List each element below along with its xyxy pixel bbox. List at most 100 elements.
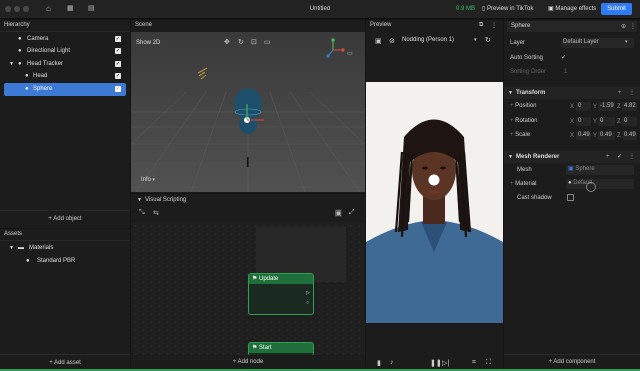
- scale-y-input[interactable]: 0.49: [598, 131, 615, 140]
- mesh-renderer-section-header[interactable]: ▼ Mesh Renderer + ✓ ⋮: [504, 151, 640, 163]
- script-icon[interactable]: ⇆: [153, 209, 159, 217]
- scale-row: + Scale: [510, 132, 530, 138]
- scale-z-input[interactable]: 0.49: [622, 131, 637, 140]
- exec-output-port[interactable]: ▷: [306, 290, 310, 296]
- visibility-checkbox[interactable]: ✓: [115, 86, 121, 92]
- visual-scripting-canvas[interactable]: ⚑ Update ▷ ○ ⚑ Start: [131, 222, 365, 356]
- enabled-check-icon[interactable]: ✓: [617, 151, 622, 163]
- asset-item-label: Standard PBR: [37, 258, 76, 264]
- step-forward-icon[interactable]: ▷|: [442, 359, 449, 367]
- visibility-checkbox[interactable]: ✓: [115, 61, 121, 67]
- lock-icon[interactable]: ⊕: [621, 23, 626, 30]
- more-icon[interactable]: ⋮: [629, 151, 635, 163]
- divider: [0, 210, 130, 211]
- storage-indicator: 0.9 MB: [456, 6, 476, 12]
- preview-person-image: [366, 119, 503, 323]
- chevron-down-icon: ▾: [625, 39, 628, 45]
- cast-shadow-checkbox[interactable]: [567, 194, 574, 201]
- visibility-checkbox[interactable]: ✓: [115, 48, 121, 54]
- rotate-tool-icon[interactable]: ↻: [238, 38, 244, 46]
- rotation-x-input[interactable]: 0: [576, 117, 591, 126]
- submit-button[interactable]: Submit: [601, 3, 632, 15]
- record-icon[interactable]: ▮: [377, 359, 381, 367]
- position-z-input[interactable]: 4.82: [622, 102, 637, 111]
- object-name-field[interactable]: Sphere ⊕ ⋮: [507, 21, 637, 32]
- play-mode-icon[interactable]: ⊘: [389, 37, 395, 45]
- rect-tool-icon[interactable]: ▭: [264, 38, 271, 46]
- chevron-down-icon[interactable]: ▼: [9, 242, 14, 255]
- visibility-checkbox[interactable]: ✓: [115, 73, 121, 79]
- scale-tool-icon[interactable]: ⊡: [251, 38, 257, 46]
- start-node[interactable]: ⚑ Start: [248, 342, 314, 356]
- asset-item-standard-pbr[interactable]: ● Standard PBR: [0, 255, 126, 268]
- data-output-port[interactable]: ○: [306, 300, 309, 306]
- chevron-down-icon: ▾: [151, 177, 155, 183]
- external-link-icon[interactable]: ⧉: [479, 22, 483, 29]
- start-node-header: ⚑ Start: [249, 343, 313, 353]
- pause-icon[interactable]: ❚❚: [430, 359, 442, 367]
- hierarchy-item-sphere[interactable]: ● Sphere ✓: [4, 83, 126, 96]
- info-toggle[interactable]: Info ▾: [141, 177, 155, 183]
- add-icon[interactable]: +: [618, 87, 622, 99]
- sorting-order-value[interactable]: 1: [564, 69, 567, 75]
- scale-x-input[interactable]: 0.49: [576, 131, 591, 140]
- axis-x-label: X: [570, 104, 575, 110]
- axis-x-label: X: [570, 133, 575, 139]
- cast-shadow-label: Cast shadow: [517, 195, 552, 201]
- add-object-button[interactable]: + Add object: [0, 216, 130, 222]
- rotation-y-input[interactable]: 0: [598, 117, 615, 126]
- add-component-button[interactable]: + Add component: [504, 359, 640, 365]
- camera-switch-icon[interactable]: ▣: [375, 37, 382, 45]
- auto-sorting-checkbox[interactable]: ✓: [561, 54, 566, 61]
- update-node[interactable]: ⚑ Update ▷ ○: [248, 273, 314, 315]
- position-x-input[interactable]: 0: [576, 102, 591, 111]
- hierarchy-item-label: Sphere: [33, 86, 53, 92]
- scene-viewport[interactable]: Show 2D ✥ ↻ ⊡ ▭ ▭ Info ▾: [131, 32, 365, 192]
- more-icon[interactable]: ⋮: [629, 87, 635, 99]
- more-icon[interactable]: ⋮: [491, 22, 497, 29]
- title-bar: ⌂ ▦ ▤ Untitled 0.9 MB ▯ Preview in TikTo…: [0, 0, 640, 19]
- hierarchy-item-directional-light[interactable]: ● Directional Light ✓: [0, 45, 126, 58]
- rotation-z-input[interactable]: 0: [622, 117, 637, 126]
- expand-icon[interactable]: ⤢: [349, 209, 355, 217]
- material-select[interactable]: ● Default: [566, 179, 634, 189]
- add-icon[interactable]: +: [606, 151, 610, 163]
- scale-label: Scale: [515, 132, 531, 138]
- show-2d-toggle[interactable]: Show 2D: [136, 40, 160, 46]
- grid-view-icon[interactable]: ▣: [335, 209, 342, 217]
- position-y-input[interactable]: -1.59: [598, 102, 615, 111]
- add-node-button[interactable]: + Add node: [131, 359, 365, 365]
- tiktok-icon[interactable]: ♪: [390, 359, 394, 366]
- preview-in-tiktok-button[interactable]: ▯ Preview in TikTok: [482, 5, 533, 12]
- transform-section-header[interactable]: ▼ Transform + ⋮: [504, 87, 640, 99]
- assets-title: Assets: [4, 231, 23, 237]
- orientation-gizmo[interactable]: [326, 38, 345, 58]
- inspector-panel: Sphere ⊕ ⋮ Layer Default Layer ▾ Auto So…: [504, 20, 640, 371]
- visibility-checkbox[interactable]: ✓: [115, 36, 121, 42]
- effect-select[interactable]: Nodding (Person 1) ▾: [400, 35, 482, 45]
- collapse-arrows-icon[interactable]: ⤡: [139, 209, 145, 217]
- material-row: + Material: [510, 181, 537, 187]
- add-asset-button[interactable]: + Add asset: [0, 360, 130, 366]
- axis-y-label: Y: [593, 133, 598, 139]
- preview-camera-feed[interactable]: [366, 82, 503, 323]
- camera-gizmo[interactable]: [247, 157, 249, 167]
- axis-z-label: Z: [617, 119, 621, 125]
- layer-select[interactable]: Default Layer ▾: [561, 38, 634, 48]
- assets-folder-materials[interactable]: ▼ ▬ Materials: [0, 242, 126, 255]
- folder-label: Materials: [29, 245, 54, 251]
- crop-icon[interactable]: ⌗: [472, 359, 476, 367]
- chevron-down-icon[interactable]: ▼: [137, 197, 142, 203]
- fullscreen-icon[interactable]: ⛶: [486, 359, 491, 367]
- more-icon[interactable]: ⋮: [630, 23, 636, 30]
- mesh-select-value: Sphere: [575, 166, 595, 172]
- light-gizmo[interactable]: [197, 67, 208, 80]
- divider: [0, 354, 130, 355]
- mesh-select[interactable]: ▣ Sphere: [566, 165, 634, 175]
- manage-effects-button[interactable]: ▣ Manage effects: [548, 5, 596, 12]
- position-label: Position: [515, 103, 537, 109]
- frame-icon[interactable]: ▭: [347, 50, 353, 57]
- move-tool-icon[interactable]: ✥: [224, 38, 230, 46]
- refresh-icon[interactable]: ↻: [485, 36, 491, 44]
- hierarchy-item-head[interactable]: ● Head ✓: [0, 70, 126, 83]
